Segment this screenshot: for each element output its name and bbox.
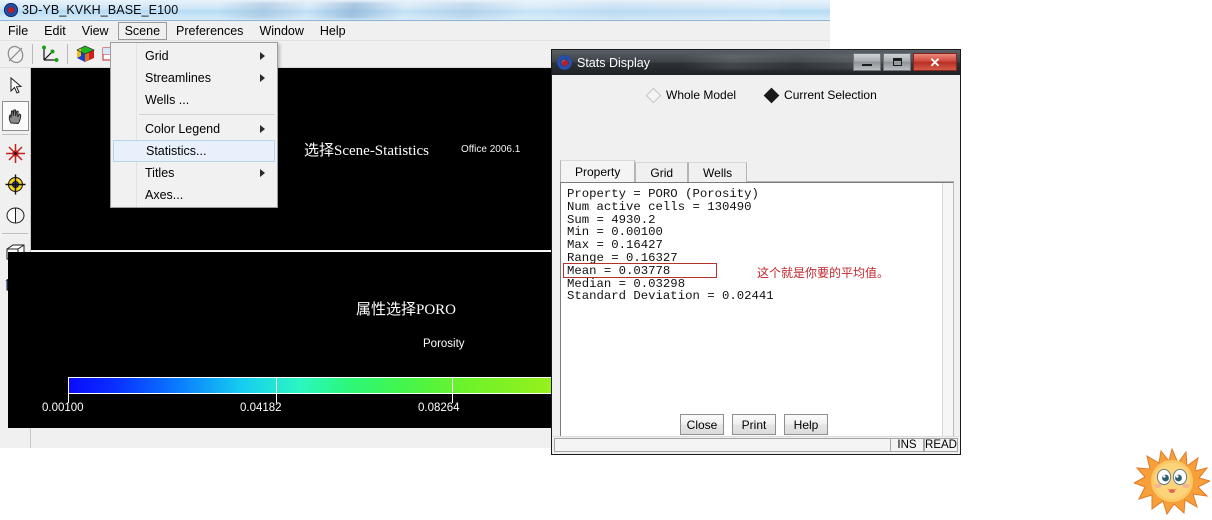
menu-item-label: Wells ... [145,93,190,107]
menu-edit[interactable]: Edit [37,22,73,40]
menu-preferences[interactable]: Preferences [169,22,250,40]
tab-property[interactable]: Property [560,160,636,182]
print-button[interactable]: Print [732,414,776,435]
app-title: 3D-YB_KVKH_BASE_E100 [22,3,179,17]
colorbar-tick-label: 0.08264 [418,402,460,414]
status-message [554,438,890,452]
rotate-center-tool[interactable] [2,138,29,168]
menu-item-statistics[interactable]: Statistics... [113,140,275,162]
select-arrow-tool[interactable] [2,70,29,100]
menu-item-axes[interactable]: Axes... [111,184,277,206]
radio-indicator-icon [763,87,780,103]
color-cube-icon[interactable] [73,43,97,65]
mean-annotation-text: 这个就是你要的平均值。 [757,266,890,280]
close-icon: ✕ [929,54,941,70]
minimize-button[interactable] [853,53,881,71]
submenu-arrow-icon [260,74,265,82]
colorbar-tick [68,377,69,403]
tab-wells[interactable]: Wells [688,162,748,182]
scene-dropdown-menu: Grid Streamlines Wells ... Color Legend … [110,42,278,208]
window-button-group: ✕ [853,53,957,71]
menu-help[interactable]: Help [313,22,353,40]
mean-highlight-box [563,263,717,278]
viewport-outer: 选择Scene-Statistics Office 2006.1 [31,68,551,250]
menu-item-label: Grid [145,49,169,63]
dialog-tabs: Property Grid Wells [560,160,954,182]
radio-indicator-icon [645,87,662,103]
radio-label: Whole Model [666,88,737,102]
dialog-title: Stats Display [577,55,650,70]
maximize-icon [892,58,902,66]
tab-grid[interactable]: Grid [635,162,689,182]
ellipse-shade-icon[interactable] [3,43,27,65]
submenu-arrow-icon [260,52,265,60]
viewport-annotation: 选择Scene-Statistics [304,143,429,159]
stats-display-dialog: Stats Display ✕ Whole Model Current Sele… [551,49,961,455]
menu-window[interactable]: Window [252,22,310,40]
menu-item-grid[interactable]: Grid [111,45,277,67]
legend-title: Porosity [423,338,465,350]
dialog-title-bar[interactable]: Stats Display ✕ [552,50,960,75]
menu-view[interactable]: View [75,22,116,40]
menu-bar: File Edit View Scene Preferences Window … [0,21,830,41]
close-button[interactable]: ✕ [913,53,957,71]
title-bar-blur-overlay [220,2,780,19]
minimize-icon [862,64,872,66]
status-cell-ins: INS [890,438,924,452]
menu-separator [139,114,275,115]
radio-label: Current Selection [784,88,877,102]
tab-strip-filler [747,162,954,182]
sun-face-sticker [1132,447,1212,516]
colorbar-tick [276,377,277,403]
move-target-tool[interactable] [2,169,29,199]
slice-tool[interactable] [2,200,29,230]
radio-whole-model[interactable]: Whole Model [645,87,737,103]
watermark-text: Office 2006.1 [461,144,521,155]
dialog-status-bar: INS READ [553,436,959,453]
scope-radio-group: Whole Model Current Selection [552,82,960,108]
statistics-report-text: Property = PORO (Porosity) Num active ce… [567,187,774,304]
colorbar-tick [452,377,453,403]
menu-item-label: Titles [145,166,175,180]
radio-current-selection[interactable]: Current Selection [763,87,877,103]
help-button[interactable]: Help [784,414,828,435]
menu-item-label: Color Legend [145,122,221,136]
status-cell-read: READ [924,438,958,452]
colorbar-tick-label: 0.00100 [42,402,84,414]
menu-item-label: Statistics... [146,144,207,158]
menu-item-label: Streamlines [145,71,211,85]
menu-item-color-legend[interactable]: Color Legend [111,118,277,140]
legend-annotation: 属性选择PORO [356,302,457,318]
colorbar-tick-label: 0.04182 [240,402,282,414]
palette-separator [2,134,28,135]
close-dialog-button[interactable]: Close [680,414,724,435]
axes-triad-icon[interactable] [38,43,62,65]
statistics-text-panel[interactable]: Property = PORO (Porosity) Num active ce… [560,182,954,446]
toolbar-separator [32,44,33,64]
pan-hand-tool[interactable] [1,101,29,131]
app-logo-icon [557,55,572,70]
vertical-scrollbar[interactable] [942,183,953,445]
palette-separator [2,233,28,234]
submenu-arrow-icon [260,169,265,177]
submenu-arrow-icon [260,125,265,133]
menu-item-streamlines[interactable]: Streamlines [111,67,277,89]
color-legend-panel: 属性选择PORO Porosity 0.00100 0.04182 0.0826… [8,252,551,428]
app-title-bar[interactable]: 3D-YB_KVKH_BASE_E100 [0,0,830,21]
menu-file[interactable]: File [1,22,35,40]
app-logo-icon [4,3,18,17]
maximize-button[interactable] [883,53,911,71]
menu-scene[interactable]: Scene [117,21,168,40]
menu-item-label: Axes... [145,188,184,202]
menu-item-titles[interactable]: Titles [111,162,277,184]
menu-item-wells[interactable]: Wells ... [111,89,277,111]
toolbar-separator [67,44,68,64]
color-bar [68,377,551,394]
